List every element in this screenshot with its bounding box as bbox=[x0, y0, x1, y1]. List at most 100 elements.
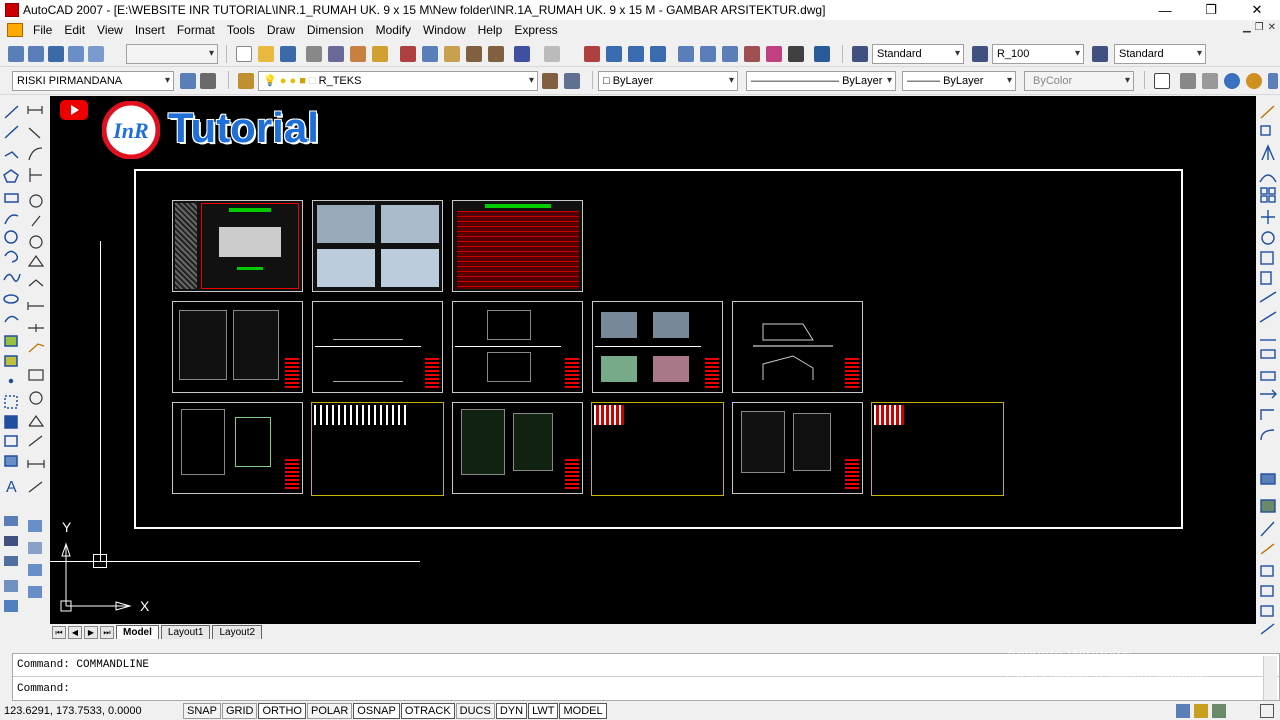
last-tab-button[interactable]: ⏭ bbox=[100, 625, 114, 639]
ortho-toggle[interactable]: ORTHO bbox=[258, 703, 306, 719]
qnew-icon[interactable] bbox=[8, 46, 24, 62]
menu-insert[interactable]: Insert bbox=[129, 23, 171, 37]
command-scrollbar[interactable] bbox=[1263, 656, 1277, 700]
snap-toggle[interactable]: SNAP bbox=[183, 703, 221, 719]
lwt-toggle[interactable]: LWT bbox=[528, 703, 559, 719]
previous-tab-button[interactable]: ◀ bbox=[68, 625, 82, 639]
sheet-cover[interactable] bbox=[172, 200, 303, 292]
text-style-icon[interactable] bbox=[852, 46, 868, 62]
zoom-previous-icon[interactable] bbox=[650, 46, 666, 62]
sheet-layout-plan[interactable] bbox=[172, 402, 303, 494]
layer-manager-icon[interactable] bbox=[238, 73, 254, 89]
make-object-layer-current-icon[interactable] bbox=[542, 73, 558, 89]
restore-button[interactable]: ❐ bbox=[1188, 0, 1234, 20]
tab-layout1[interactable]: Layout1 bbox=[160, 625, 211, 639]
grid-toggle[interactable]: GRID bbox=[221, 703, 258, 719]
menu-help[interactable]: Help bbox=[472, 23, 509, 37]
document-icon[interactable] bbox=[7, 23, 23, 37]
render-icon[interactable] bbox=[1224, 73, 1240, 89]
minimize-button[interactable]: — bbox=[1142, 0, 1188, 20]
menu-express[interactable]: Express bbox=[508, 23, 563, 37]
sheet-placeholder-1[interactable] bbox=[311, 402, 444, 496]
menu-edit[interactable]: Edit bbox=[58, 23, 91, 37]
status-menu-icon[interactable] bbox=[1212, 704, 1226, 718]
new-drawing-icon[interactable] bbox=[236, 46, 252, 62]
menu-tools[interactable]: Tools bbox=[221, 23, 261, 37]
sheet-details[interactable] bbox=[452, 301, 583, 393]
zoom-window-icon[interactable] bbox=[628, 46, 644, 62]
lineweight-combo[interactable]: ——— ByLayer bbox=[902, 71, 1016, 91]
sheet-sections[interactable] bbox=[312, 301, 443, 393]
doc-close-icon[interactable]: ✕ bbox=[1268, 22, 1276, 33]
menu-view[interactable]: View bbox=[91, 23, 129, 37]
sheet-index[interactable] bbox=[452, 200, 583, 292]
sheet-ceiling-plan[interactable] bbox=[452, 402, 583, 494]
osnap-toggle[interactable]: OSNAP bbox=[353, 703, 400, 719]
design-center-icon[interactable] bbox=[700, 46, 716, 62]
dimension-style-combo[interactable]: R_100 bbox=[992, 44, 1084, 64]
mtext-icon[interactable] bbox=[1154, 73, 1170, 89]
sheet-set-icon[interactable] bbox=[744, 46, 760, 62]
menu-draw[interactable]: Draw bbox=[261, 23, 301, 37]
cut-icon[interactable] bbox=[400, 46, 416, 62]
extrude-icon[interactable] bbox=[1180, 73, 1196, 89]
box-icon[interactable] bbox=[1202, 73, 1218, 89]
paste-icon[interactable] bbox=[444, 46, 460, 62]
clean-screen-icon[interactable] bbox=[1260, 704, 1274, 718]
sheet-roof[interactable] bbox=[732, 301, 863, 393]
dimension-style-icon[interactable] bbox=[972, 46, 988, 62]
tab-layout2[interactable]: Layout2 bbox=[212, 625, 263, 639]
sheet-elevations[interactable] bbox=[592, 301, 723, 393]
layer-combo[interactable]: 💡 ● ● ■ □ R_TEKS bbox=[258, 71, 538, 91]
publish-icon[interactable] bbox=[350, 46, 366, 62]
lock-toolbar-icon[interactable] bbox=[1194, 704, 1208, 718]
sheet-placeholder-2[interactable] bbox=[591, 402, 724, 496]
table-style-icon[interactable] bbox=[1092, 46, 1108, 62]
match-properties-icon[interactable] bbox=[466, 46, 482, 62]
tab-model[interactable]: Model bbox=[116, 625, 159, 639]
layer-states-icon[interactable] bbox=[200, 73, 216, 89]
coordinates-readout[interactable]: 123.6291, 173.7533, 0.0000 bbox=[0, 705, 182, 717]
doc-restore-icon[interactable]: ❐ bbox=[1255, 22, 1264, 33]
plot-icon[interactable] bbox=[306, 46, 322, 62]
menu-file[interactable]: File bbox=[27, 23, 58, 37]
menu-window[interactable]: Window bbox=[417, 23, 472, 37]
linetype-combo[interactable]: ———————— ByLayer bbox=[746, 71, 896, 91]
next-tab-button[interactable]: ▶ bbox=[84, 625, 98, 639]
sheet-floor-plan[interactable] bbox=[172, 301, 303, 393]
menu-dimension[interactable]: Dimension bbox=[301, 23, 370, 37]
undo-icon[interactable] bbox=[514, 46, 530, 62]
calculator-icon[interactable] bbox=[788, 46, 804, 62]
table-style-combo[interactable]: Standard bbox=[1114, 44, 1206, 64]
visual-styles-icon[interactable] bbox=[1268, 73, 1278, 89]
properties-icon[interactable] bbox=[678, 46, 694, 62]
save-drawing-icon[interactable] bbox=[280, 46, 296, 62]
menu-format[interactable]: Format bbox=[171, 23, 221, 37]
zoom-realtime-icon[interactable] bbox=[606, 46, 622, 62]
command-prompt[interactable]: Command: bbox=[17, 682, 70, 696]
materials-icon[interactable] bbox=[1246, 73, 1262, 89]
plot-preview-icon[interactable] bbox=[328, 46, 344, 62]
3d-dwf-icon[interactable] bbox=[372, 46, 388, 62]
layer-previous-icon[interactable] bbox=[564, 73, 580, 89]
communication-center-icon[interactable] bbox=[1176, 704, 1190, 718]
polar-toggle[interactable]: POLAR bbox=[307, 703, 353, 719]
close-button[interactable]: ✕ bbox=[1234, 0, 1280, 20]
workspace-settings-icon[interactable] bbox=[88, 46, 104, 62]
drawing-canvas[interactable]: InR Tutorial Y X bbox=[50, 96, 1256, 624]
tool-palettes-icon[interactable] bbox=[722, 46, 738, 62]
plotstyle-combo[interactable]: ByColor bbox=[1024, 71, 1134, 91]
pan-icon[interactable] bbox=[584, 46, 600, 62]
workspace-combo[interactable] bbox=[126, 44, 218, 64]
workspace-icon[interactable] bbox=[180, 73, 196, 89]
open-icon[interactable] bbox=[28, 46, 44, 62]
redo-icon[interactable] bbox=[544, 46, 560, 62]
otrack-toggle[interactable]: OTRACK bbox=[400, 703, 455, 719]
ducs-toggle[interactable]: DUCS bbox=[455, 703, 495, 719]
menu-modify[interactable]: Modify bbox=[370, 23, 417, 37]
block-editor-icon[interactable] bbox=[488, 46, 504, 62]
open-folder-icon[interactable] bbox=[258, 46, 274, 62]
save-icon[interactable] bbox=[48, 46, 64, 62]
sheet-perspective[interactable] bbox=[312, 200, 443, 292]
saveas-icon[interactable] bbox=[68, 46, 84, 62]
